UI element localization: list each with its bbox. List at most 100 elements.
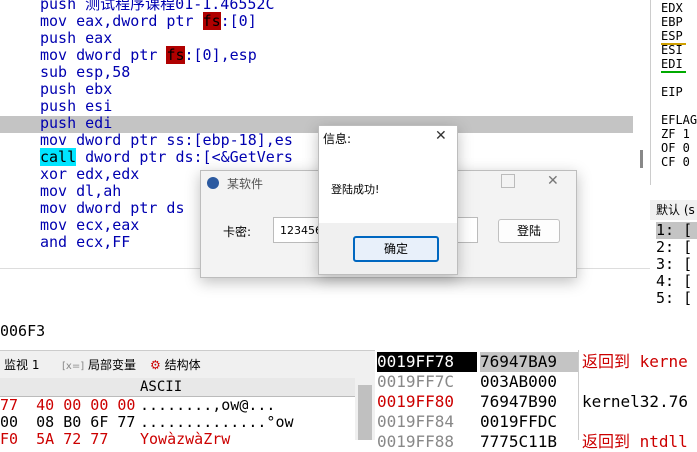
asm-line[interactable]: mov dword ptr ds	[40, 200, 185, 217]
maximize-icon[interactable]	[501, 174, 515, 188]
segment-register: fs	[166, 46, 185, 64]
asm-mnemonic: push	[40, 80, 77, 98]
asm-mnemonic: mov	[40, 199, 68, 217]
register-label[interactable]: OF 0	[661, 142, 690, 154]
dump-scrollbar-thumb[interactable]	[358, 385, 372, 440]
register-label[interactable]: EDX	[661, 2, 683, 14]
stack-comment: 返回到 ntdll	[582, 432, 688, 451]
tab-struct[interactable]: ⚙ 结构体	[150, 351, 201, 379]
asm-operand: ecx,FF	[76, 233, 131, 251]
stack-comment: 返回到 kerne	[582, 352, 688, 371]
register-label[interactable]: ZF 1	[661, 128, 690, 140]
stack-arg[interactable]: 4: [	[656, 273, 692, 290]
asm-line[interactable]: mov dl,ah	[40, 183, 121, 200]
dump-tabs: 监视 1 [x=] 局部变量 ⚙ 结构体	[0, 350, 375, 379]
asm-line[interactable]: mov eax,dword ptr fs:[0]	[40, 12, 257, 30]
stack-address[interactable]: 0019FF88	[377, 432, 477, 452]
asm-line[interactable]: and ecx,FF	[40, 234, 130, 251]
scrollbar-thumb[interactable]	[640, 150, 643, 168]
asm-line[interactable]: push esi	[40, 98, 112, 115]
asm-line[interactable]: mov ecx,eax	[40, 217, 139, 234]
asm-operand: esp,58	[76, 63, 131, 81]
stack-value[interactable]: 0019FFDC	[480, 412, 557, 432]
stack-address[interactable]: 0019FF80	[377, 392, 477, 412]
dump-hex[interactable]: 00 08 B0 6F 77	[0, 414, 135, 431]
asm-line[interactable]: push eax	[40, 30, 112, 47]
stack-value[interactable]: 76947B90	[480, 392, 557, 412]
message-dialog-title: 信息:	[323, 132, 352, 146]
dump-header: ASCII	[0, 378, 355, 397]
struct-icon: ⚙	[150, 358, 161, 372]
register-label[interactable]: EIP	[661, 86, 683, 98]
message-dialog: 信息: ✕ 登陆成功! 确定	[318, 125, 458, 275]
segment-register: fs	[202, 12, 221, 30]
asm-line[interactable]: mov dword ptr fs:[0],esp	[40, 46, 257, 64]
asm-line[interactable]: mov dword ptr ss:[ebp-18],es	[40, 132, 293, 149]
close-icon[interactable]: ✕	[547, 173, 559, 189]
register-underline	[661, 43, 686, 45]
stack-address[interactable]: 0019FF84	[377, 412, 477, 432]
asm-mnemonic: and	[40, 233, 68, 251]
stack-column-divider	[578, 350, 579, 440]
registers-pane[interactable]: EDX EBP ESP ESI EDI EIP EFLAG ZF 1 OF 0 CF 0	[650, 0, 697, 185]
dump-ascii[interactable]: ..............°ow	[140, 414, 294, 431]
asm-operand: eax	[85, 29, 113, 47]
asm-operand: edi	[85, 114, 113, 132]
asm-line[interactable]: push ebx	[40, 81, 112, 98]
tab-locals[interactable]: [x=] 局部变量	[62, 351, 136, 379]
asm-mnemonic: push	[40, 97, 77, 115]
asm-operand: dword ptr ds:[<&GetVers	[85, 148, 293, 166]
login-button[interactable]: 登陆	[498, 219, 560, 243]
asm-mnemonic: push	[40, 29, 77, 47]
asm-mnemonic: mov	[40, 182, 68, 200]
register-label[interactable]: EFLAG	[661, 114, 697, 126]
locals-icon: [x=]	[62, 361, 85, 372]
register-label[interactable]: ESI	[661, 44, 683, 56]
dump-hex[interactable]: 77 40 00 00 00	[0, 397, 135, 414]
asm-mnemonic: xor	[40, 165, 68, 183]
asm-operand: dword ptr ds	[76, 199, 185, 217]
info-address: 006F3	[0, 322, 46, 340]
register-label[interactable]: EBP	[661, 16, 683, 28]
asm-mnemonic: mov	[40, 216, 68, 234]
stack-value[interactable]: 76947BA9	[480, 352, 578, 372]
call-stack-header[interactable]: 默认 (s	[650, 200, 697, 220]
stack-value[interactable]: 003AB000	[480, 372, 557, 392]
tab-watch1[interactable]: 监视 1	[4, 351, 39, 379]
register-label[interactable]: EDI	[661, 58, 683, 70]
app-dialog-title: 某软件	[227, 177, 264, 191]
ok-button[interactable]: 确定	[353, 236, 439, 262]
asm-mnemonic: sub	[40, 63, 68, 81]
stack-address[interactable]: 0019FF7C	[377, 372, 477, 392]
stack-arg[interactable]: 2: [	[656, 239, 692, 256]
asm-mnemonic: call	[40, 148, 77, 166]
stack-arg[interactable]: 5: [	[656, 290, 692, 307]
asm-operand: esi	[85, 97, 113, 115]
asm-mnemonic: push	[40, 114, 77, 132]
asm-mnemonic: mov	[40, 46, 68, 64]
asm-operand: edx,edx	[76, 165, 140, 183]
asm-operand: dword ptr ss:[ebp-18],es	[76, 131, 293, 149]
asm-mnemonic: mov	[40, 131, 68, 149]
asm-line[interactable]: call dword ptr ds:[<&GetVers	[40, 148, 293, 166]
stack-address[interactable]: 0019FF78	[377, 352, 477, 372]
asm-line[interactable]: push edi	[40, 115, 112, 132]
close-icon[interactable]: ✕	[435, 128, 447, 144]
asm-operand: dl,ah	[76, 182, 122, 200]
asm-operand: ebx	[85, 80, 113, 98]
app-icon	[207, 177, 219, 189]
register-underline	[661, 71, 686, 73]
stack-value[interactable]: 7775C11B	[480, 432, 557, 452]
stack-arg[interactable]: 3: [	[656, 256, 692, 273]
card-label: 卡密:	[223, 225, 252, 239]
stack-arg[interactable]: 1: [	[656, 222, 697, 239]
asm-line[interactable]: sub esp,58	[40, 64, 130, 81]
register-label[interactable]: CF 0	[661, 156, 690, 168]
dump-ascii[interactable]: ........‚ow@...	[140, 397, 275, 414]
info-pane	[0, 268, 650, 351]
asm-line[interactable]: xor edx,edx	[40, 166, 139, 183]
stack-comment: kernel32.76	[582, 392, 688, 411]
asm-operand: ecx,eax	[76, 216, 140, 234]
asm-mnemonic: mov	[40, 12, 68, 30]
register-label[interactable]: ESP	[661, 30, 683, 42]
